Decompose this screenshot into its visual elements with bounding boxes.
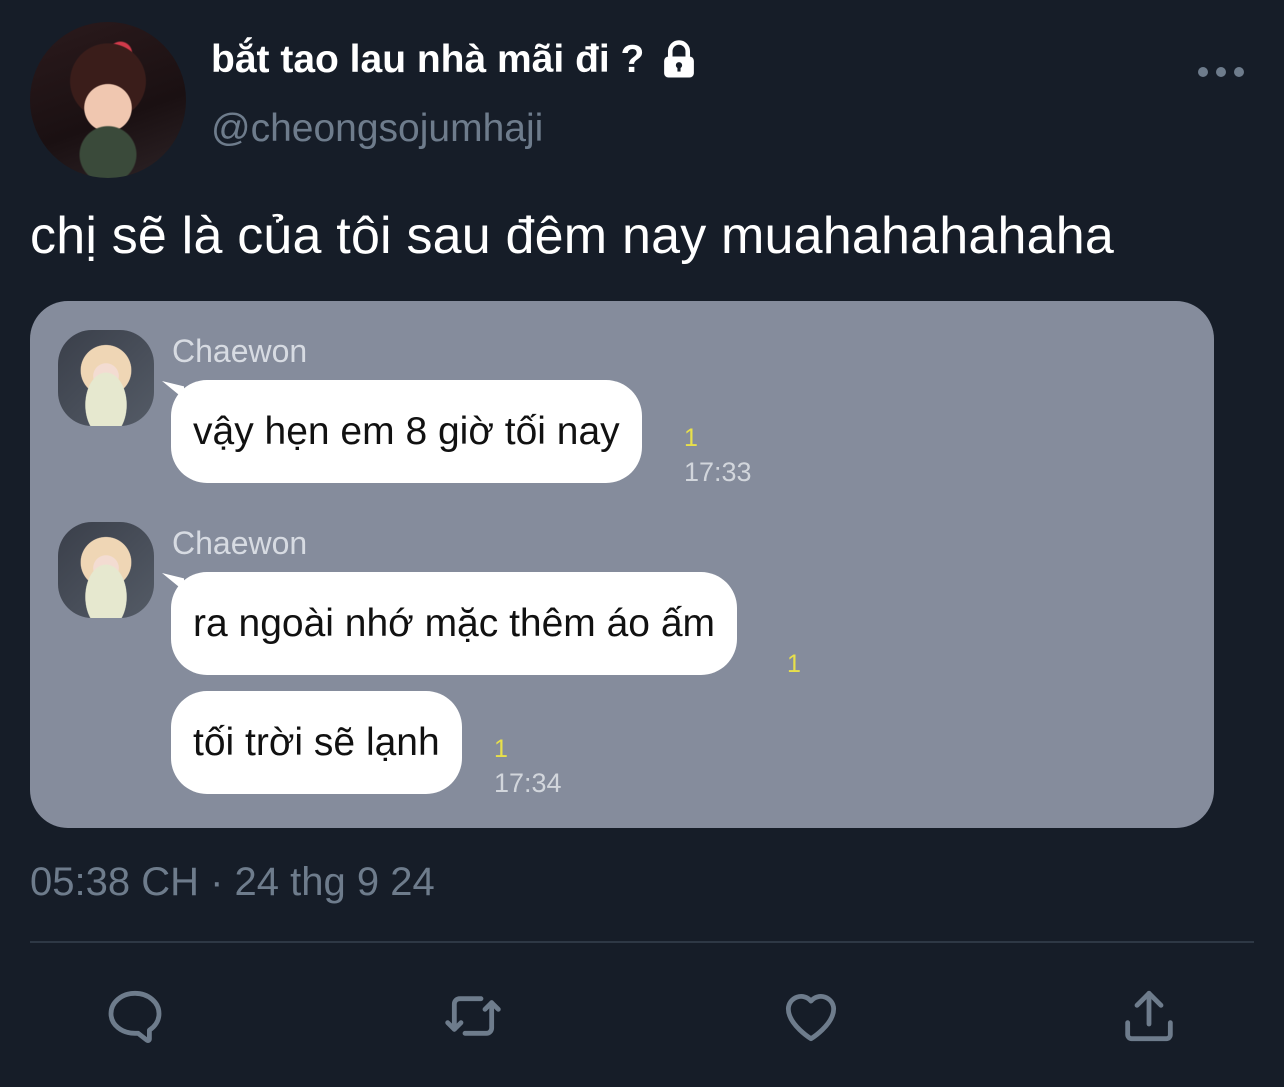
dot xyxy=(1234,67,1244,77)
author-display-name[interactable]: bắt tao lau nhà mãi đi ? xyxy=(211,38,700,82)
unread-count: 1 xyxy=(494,735,508,763)
retweet-icon[interactable] xyxy=(441,984,505,1048)
unread-count: 1 xyxy=(684,424,698,452)
message-time: 17:34 xyxy=(494,768,562,798)
divider xyxy=(30,941,1254,943)
tweet-timestamp[interactable]: 05:38 CH · 24 thg 9 24 xyxy=(30,860,435,905)
tweet-view: bắt tao lau nhà mãi đi ? @cheongsojumhaj… xyxy=(0,0,1284,1087)
author-handle[interactable]: @cheongsojumhaji xyxy=(211,107,543,151)
chat-sender-avatar xyxy=(58,522,154,618)
more-options-icon[interactable] xyxy=(1198,62,1244,82)
unread-count: 1 xyxy=(787,650,801,678)
heart-icon[interactable] xyxy=(779,984,843,1048)
chat-sender-name: Chaewon xyxy=(172,333,308,369)
dot xyxy=(1216,67,1226,77)
message-time: 17:33 xyxy=(684,457,752,487)
share-icon[interactable] xyxy=(1117,984,1181,1048)
reply-icon[interactable] xyxy=(103,984,167,1048)
tweet-media-image[interactable]: Chaewon vậy hẹn em 8 giờ tối nay 1 17:33… xyxy=(30,301,1214,828)
chat-message-bubble: ra ngoài nhớ mặc thêm áo ấm xyxy=(171,572,738,675)
chat-message-bubble: vậy hẹn em 8 giờ tối nay xyxy=(171,380,642,483)
dot xyxy=(1198,67,1208,77)
chat-sender-avatar xyxy=(58,330,154,426)
chat-sender-name: Chaewon xyxy=(172,525,308,561)
display-name-text: bắt tao lau nhà mãi đi ? xyxy=(211,38,645,81)
chat-message-bubble: tối trời sẽ lạnh xyxy=(171,691,462,794)
author-avatar[interactable] xyxy=(30,22,186,178)
lock-icon xyxy=(658,39,700,81)
tweet-text: chị sẽ là của tôi sau đêm nay muahahahah… xyxy=(30,207,1114,265)
